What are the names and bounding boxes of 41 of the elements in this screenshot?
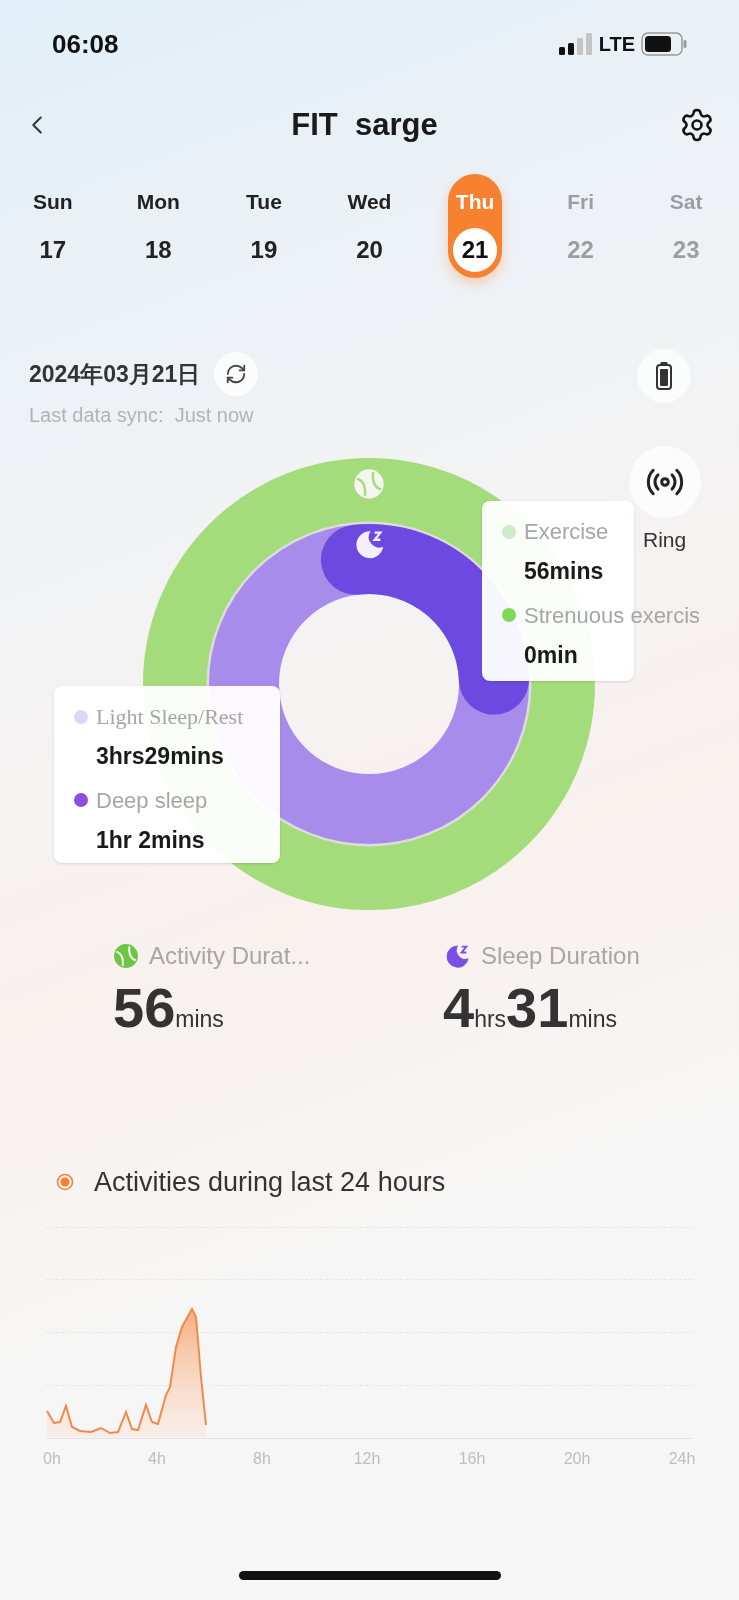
axis-label: 0h [42,1448,62,1469]
stat-label: Sleep Duration [481,941,640,971]
moon-icon [356,531,384,559]
ring-label: Ring [643,527,687,553]
network-label: LTE [598,32,635,57]
battery-icon [641,32,687,56]
day-tab[interactable]: Tue 19 [236,174,291,278]
axis-label: 24h [667,1448,697,1469]
day-tab[interactable]: Mon 18 [131,174,186,278]
axis-label: 12h [352,1448,382,1469]
date-label: 2024年03月21日 [29,359,201,389]
signal-icon [558,33,593,55]
status-time: 06:08 [52,27,119,61]
sync-button[interactable] [214,352,259,396]
refresh-icon [225,363,248,385]
stat-label: Activity Durat... [149,941,311,971]
page-title: FIT sarge [291,105,438,144]
stat-value: 4hrs31mins [443,976,617,1040]
legend-value: 1hr 2mins [95,825,206,855]
axis-label: 16h [457,1448,487,1469]
battery-icon [656,362,672,390]
day-tab[interactable]: Wed 20 [342,174,397,278]
axis-label: 20h [562,1448,592,1469]
legend-label: Strenuous exercis [524,601,701,630]
sync-status: Last data sync: Just now [28,403,255,428]
legend-value: 3hrs29mins [95,742,225,771]
section-title: Activities during last 24 hours [94,1166,446,1199]
legend-value: 0min [523,640,579,670]
ball-icon [354,469,384,499]
legend-label: Light Sleep/Rest [96,703,244,731]
axis-label: 4h [147,1448,167,1469]
target-icon [56,1173,74,1192]
day-tab[interactable]: Thu 21 [448,174,503,278]
legend-value: 56mins [523,557,605,586]
day-tab[interactable]: Sun 17 [25,174,80,278]
stat-value: 56mins [113,976,224,1040]
settings-icon [679,107,715,143]
legend-label: Deep sleep [96,786,208,815]
ball-icon [113,943,139,969]
axis-label: 8h [252,1448,272,1469]
legend-label: Exercise [524,518,609,546]
